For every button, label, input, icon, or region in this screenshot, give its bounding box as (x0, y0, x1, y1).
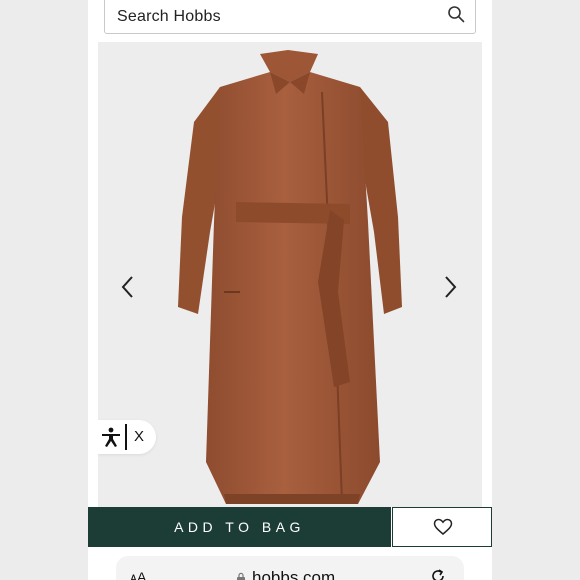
accessibility-icon[interactable] (100, 426, 122, 448)
browser-address-bar[interactable]: ᴀA hobbs.com (116, 556, 464, 580)
search-input[interactable]: Search Hobbs (104, 0, 476, 34)
accessibility-divider (125, 424, 127, 450)
chevron-right-icon[interactable] (440, 274, 460, 300)
url-display[interactable]: hobbs.com (236, 568, 335, 580)
url-text: hobbs.com (252, 568, 336, 580)
left-background (0, 0, 88, 580)
reload-icon[interactable] (430, 568, 446, 580)
wishlist-button[interactable] (392, 507, 492, 547)
add-to-bag-button[interactable]: ADD TO BAG (88, 507, 391, 547)
accessibility-close-button[interactable]: X (134, 428, 144, 445)
search-icon[interactable] (447, 5, 465, 23)
heart-icon (433, 518, 453, 535)
right-background (492, 0, 580, 580)
product-image-carousel[interactable]: X (98, 42, 482, 507)
text-size-button[interactable]: ᴀA (130, 569, 146, 580)
chevron-left-icon[interactable] (118, 274, 138, 300)
search-placeholder: Search Hobbs (117, 8, 221, 25)
accessibility-widget[interactable]: X (98, 420, 156, 454)
lock-icon (237, 572, 245, 580)
phone-screen: Search Hobbs X ADD TO BAG ᴀA hobbs.com (88, 0, 492, 580)
